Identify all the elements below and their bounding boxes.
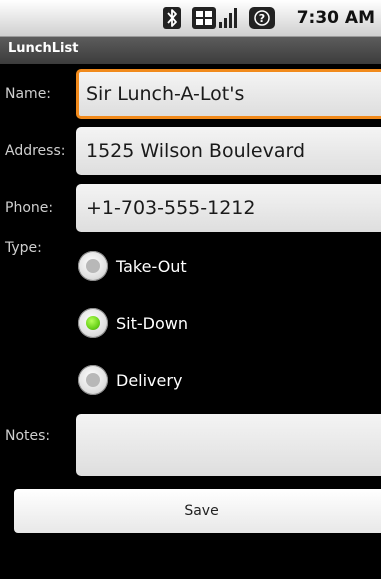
save-button[interactable]: Save [14,489,381,533]
radio-option-take-out[interactable]: Take-Out [78,248,187,284]
address-input[interactable]: 1525 Wilson Boulevard [76,127,381,175]
radio-label: Delivery [116,370,183,390]
type-label: Type: [5,240,42,256]
radio-button[interactable] [78,251,108,281]
radio-button[interactable] [78,365,108,395]
name-input[interactable]: Sir Lunch-A-Lot's [76,69,381,119]
svg-text:?: ? [259,12,265,25]
radio-option-delivery[interactable]: Delivery [78,362,182,398]
address-input-value: 1525 Wilson Boulevard [86,140,306,162]
notes-input[interactable] [76,414,381,476]
radio-label: Take-Out [116,256,187,276]
signal-icon [219,8,237,28]
radio-label: Sit-Down [116,313,188,333]
name-label: Name: [5,86,52,102]
battery-icon: ? [249,7,275,29]
notes-label: Notes: [5,428,51,444]
name-input-value: Sir Lunch-A-Lot's [86,83,245,105]
radio-option-sit-down[interactable]: Sit-Down [78,305,188,341]
status-clock: 7:30 AM [296,8,375,28]
phone-input[interactable]: +1-703-555-1212 [76,184,381,232]
bluetooth-icon [163,7,181,29]
data-icon [192,7,216,29]
phone-input-value: +1-703-555-1212 [86,197,256,219]
status-bar: ? 7:30 AM [0,0,381,37]
app-title-bar: LunchList [0,37,381,64]
phone-label: Phone: [5,200,54,216]
app-title: LunchList [8,41,79,56]
address-label: Address: [5,143,66,159]
radio-button-checked[interactable] [78,308,108,338]
